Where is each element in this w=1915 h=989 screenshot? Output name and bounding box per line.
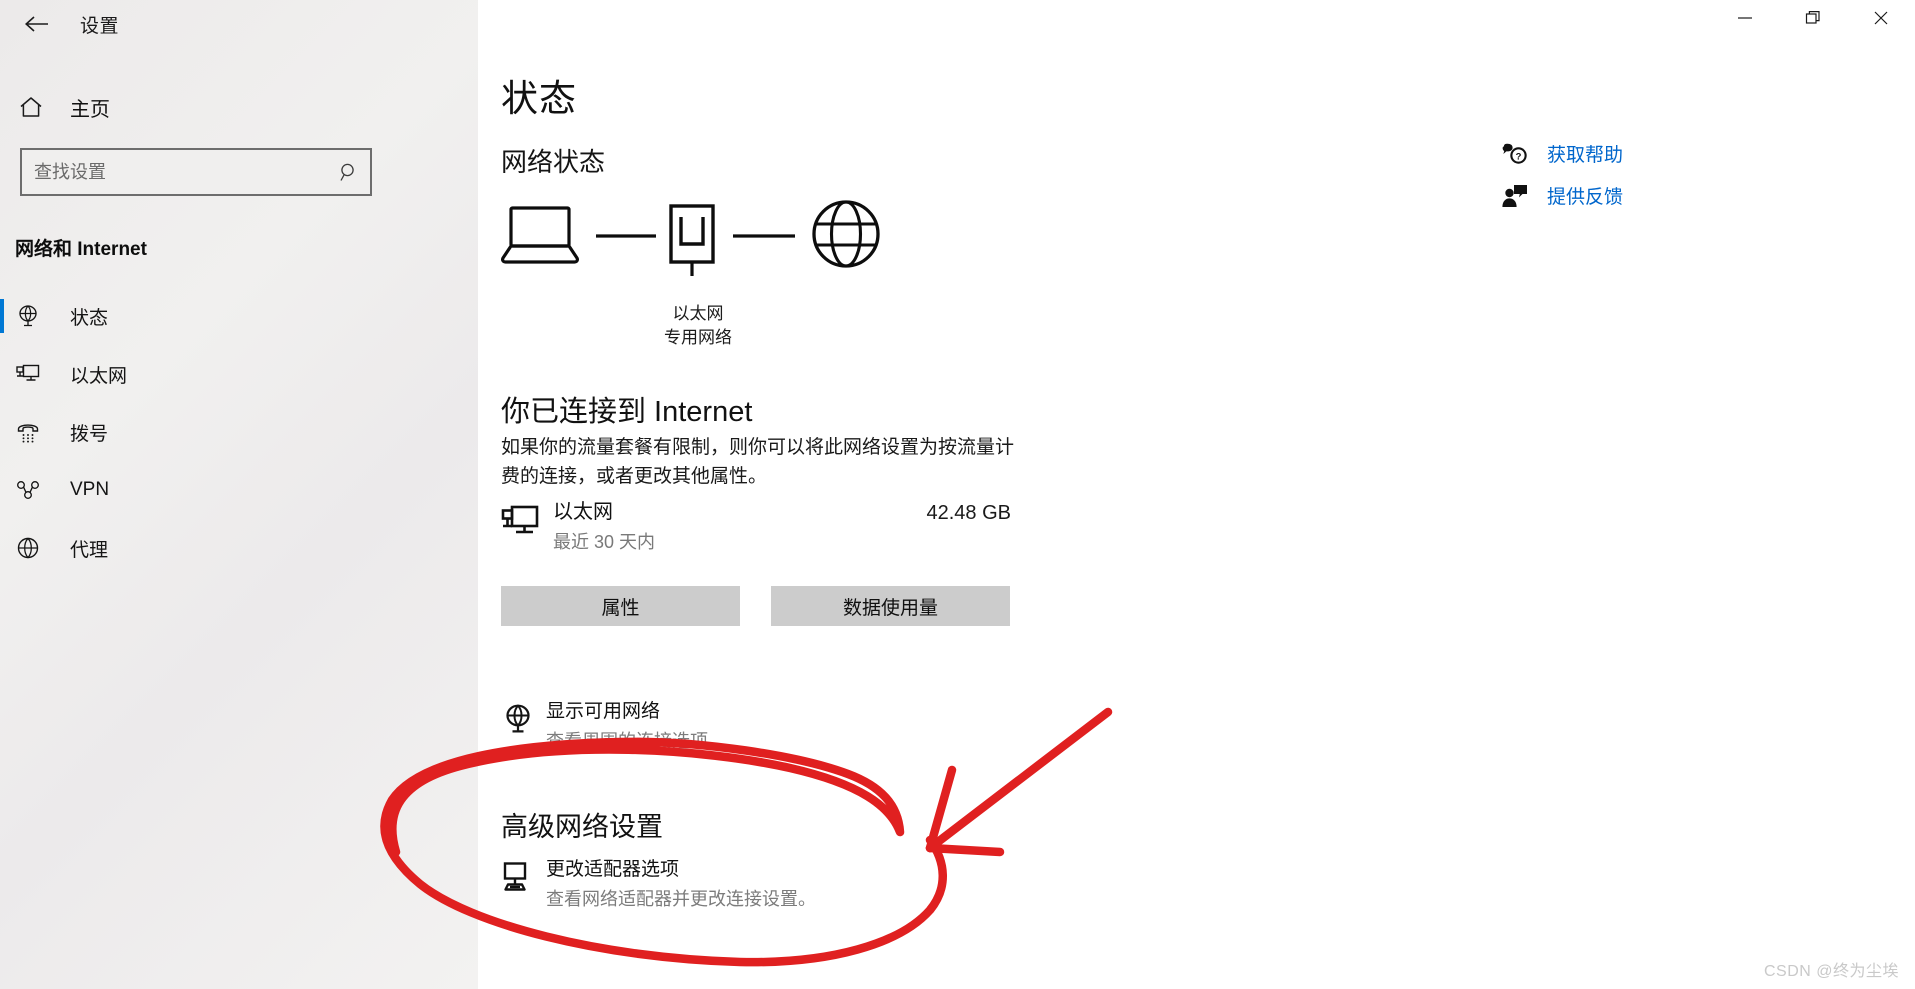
vpn-icon [15,477,55,503]
sidebar-item-dialup-label: 拨号 [70,423,109,445]
connection-status-description: 如果你的流量套餐有限制，则你可以将此网络设置为按流量计费的连接，或者更改其他属性… [501,437,1015,487]
sidebar-item-ethernet-label: 以太网 [70,365,128,387]
give-feedback-label: 提供反馈 [1547,187,1624,208]
adapter-monitor-icon [501,858,546,899]
sidebar-item-status[interactable]: 状态 [0,287,478,345]
search-input[interactable] [22,160,328,184]
network-diagram [501,196,921,316]
sidebar-home-label: 主页 [70,98,110,121]
page-title: 状态 [501,78,577,119]
search-icon[interactable] [328,161,370,183]
sidebar-item-vpn[interactable]: VPN [0,461,478,519]
properties-button[interactable]: 属性 [501,586,740,626]
watermark: CSDN @终为尘埃 [1763,963,1899,980]
globe-icon [812,200,880,268]
sidebar-item-status-label: 状态 [70,307,109,329]
window-titlebar: 设置 [0,0,478,48]
sidebar-item-ethernet[interactable]: 以太网 [0,345,478,403]
ethernet-icon [15,361,55,387]
main-content: 状态 网络状态 ? 获取帮助 提供反馈 以太网 专用网络 你已连接到 Inter… [478,0,1915,989]
section-title-network-status: 网络状态 [501,147,606,177]
proxy-globe-icon [15,535,55,561]
globe-network-icon [501,700,546,741]
dialup-phone-icon [15,419,55,445]
network-adapter-icon [669,204,715,276]
show-available-networks-text: 显示可用网络 查看周围的连接选项。 [546,700,726,753]
change-adapter-options-subtitle: 查看网络适配器并更改连接设置。 [546,888,816,909]
svg-text:?: ? [1516,151,1522,162]
ethernet-monitor-icon [501,500,553,545]
sidebar-item-dialup[interactable]: 拨号 [0,403,478,461]
sidebar-item-vpn-label: VPN [70,479,110,500]
globe-status-icon [15,303,55,329]
back-button[interactable] [14,6,58,42]
close-icon [1872,9,1890,32]
close-button[interactable] [1847,0,1915,40]
give-feedback-link[interactable]: 提供反馈 [1493,182,1743,209]
home-icon [18,95,56,119]
sidebar-item-proxy[interactable]: 代理 [0,519,478,577]
settings-window: 设置 主页 网络和 Internet [0,0,1915,989]
diagram-caption-line1: 以太网 [672,304,724,323]
feedback-person-icon [1493,183,1537,209]
sidebar-nav-list: 状态 以太网 拨号 VPN 代理 [0,287,478,577]
minimize-icon [1736,11,1754,29]
maximize-button[interactable] [1779,0,1847,40]
search-box[interactable] [20,148,372,196]
connection-status-title: 你已连接到 Internet [501,396,753,428]
advanced-network-settings-heading: 高级网络设置 [501,812,663,842]
sidebar-item-home[interactable]: 主页 [0,84,478,130]
window-controls [1711,0,1915,40]
help-question-icon: ? [1493,141,1537,167]
sidebar-category-title: 网络和 Internet [15,239,147,260]
change-adapter-options-text: 更改适配器选项 查看网络适配器并更改连接设置。 [546,858,816,911]
change-adapter-options-row[interactable]: 更改适配器选项 查看网络适配器并更改连接设置。 [501,858,816,911]
action-buttons: 属性 数据使用量 [501,586,1010,626]
minimize-button[interactable] [1711,0,1779,40]
show-available-networks-row[interactable]: 显示可用网络 查看周围的连接选项。 [501,700,726,753]
network-diagram-caption: 以太网 专用网络 [628,302,768,350]
help-links: ? 获取帮助 提供反馈 [1493,140,1743,224]
change-adapter-options-title[interactable]: 更改适配器选项 [546,858,816,882]
maximize-icon [1804,9,1822,32]
get-help-link[interactable]: ? 获取帮助 [1493,140,1743,167]
diagram-caption-line2: 专用网络 [664,328,732,348]
sidebar: 设置 主页 网络和 Internet [0,0,478,989]
app-title: 设置 [80,15,120,37]
sidebar-item-proxy-label: 代理 [70,539,109,561]
laptop-icon [501,206,579,264]
ethernet-usage-amount: 42.48 GB [926,502,1011,524]
data-usage-button[interactable]: 数据使用量 [771,586,1010,626]
show-available-networks-title[interactable]: 显示可用网络 [546,700,726,724]
ethernet-usage-period: 最近 30 天内 [553,532,656,553]
back-arrow-icon [23,14,49,34]
ethernet-usage-row: 以太网 最近 30 天内 42.48 GB [501,500,1011,554]
show-available-networks-subtitle: 查看周围的连接选项。 [546,730,726,751]
get-help-label: 获取帮助 [1547,145,1624,166]
